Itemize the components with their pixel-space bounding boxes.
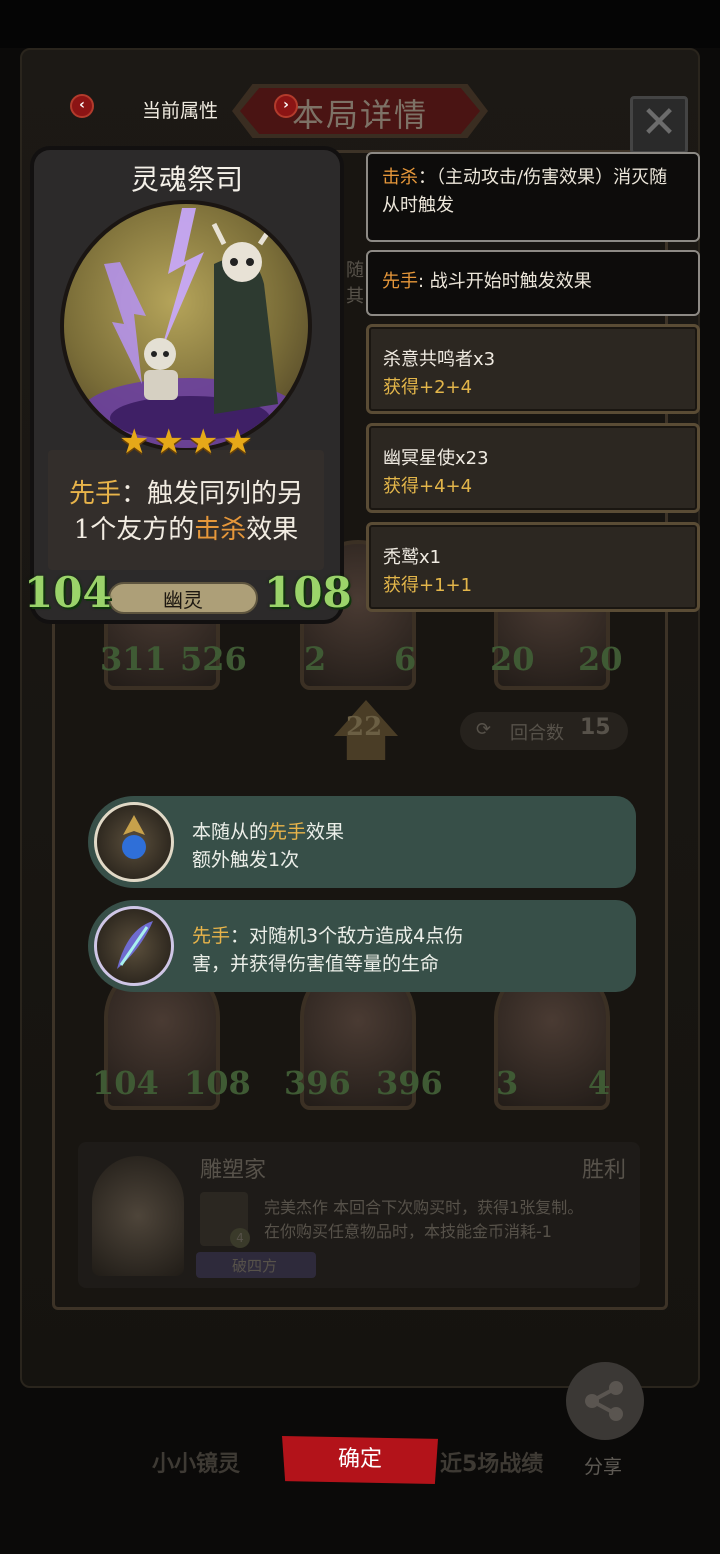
buff-1-gain: 获得+2+4 <box>383 377 473 398</box>
skill-cost-badge: 4 <box>230 1228 250 1248</box>
card-description: 先手：触发同列的另 1个友方的击杀效果 <box>48 476 324 548</box>
share-button[interactable] <box>566 1362 644 1440</box>
minion-4-attack: 104 <box>92 1064 159 1102</box>
refresh-icon: ⟳ <box>476 719 492 740</box>
buff-item-2: 幽冥星使x23 获得+4+4 <box>366 423 700 513</box>
tooltip-2-line1: ：对随机3个敌方造成4点伤 <box>230 925 464 947</box>
tooltip-2-text: 先手：对随机3个敌方造成4点伤 害，并获得伤害值等量的生命 <box>192 922 463 978</box>
buff-3-gain: 获得+1+1 <box>383 575 473 596</box>
soul-priest-illustration <box>80 208 300 448</box>
star-rating: ★★★★ <box>119 422 257 462</box>
tribe-badge: 幽灵 <box>108 582 258 614</box>
buff-2-name: 幽冥星使x23 <box>383 448 489 469</box>
next-tab-arrow[interactable]: › <box>274 94 298 118</box>
tooltip-2-line2: 害，并获得伤害值等量的生命 <box>192 953 440 975</box>
buff-1-name: 杀意共鸣者x3 <box>383 349 496 370</box>
buff-3-name: 秃鹫x1 <box>383 547 442 568</box>
minion-2-attack: 2 <box>304 640 327 678</box>
share-icon <box>585 1381 623 1421</box>
skill-line-2: 在你购买任意物品时，本技能金币消耗-1 <box>264 1222 552 1241</box>
tab-current-attributes[interactable]: 当前属性 <box>142 96 218 123</box>
keyword-first-strike-box: 先手: 战斗开始时触发效果 <box>366 250 700 316</box>
share-label: 分享 <box>584 1456 623 1478</box>
minion-5-attack: 396 <box>284 1064 351 1102</box>
desc-part-2: 1个友方的 <box>73 515 195 545</box>
minion-5-health: 396 <box>376 1064 443 1102</box>
desc-part-1: ：触发同列的另 <box>121 479 304 509</box>
feather-icon <box>94 906 174 986</box>
kw-first-strike-name: 先手 <box>382 271 418 292</box>
round-label: 回合数 <box>510 723 564 744</box>
tab-round-details-label: 本局详情 <box>292 96 429 134</box>
minion-1-attack: 311 <box>100 640 167 678</box>
kw-first-strike-text: : 战斗开始时触发效果 <box>418 271 592 292</box>
tooltip-2-keyword: 先手 <box>192 925 231 947</box>
opponent-result: 胜利 <box>582 1158 627 1183</box>
card-health: 108 <box>264 568 352 617</box>
top-band <box>0 0 720 48</box>
prev-tab-arrow[interactable]: ‹ <box>70 94 94 118</box>
orb-icon <box>94 802 174 882</box>
card-attack: 104 <box>24 568 112 617</box>
round-value: 15 <box>580 715 611 740</box>
side-text-2: 其 <box>346 286 364 307</box>
minion-3-health: 20 <box>578 640 623 678</box>
desc-part-3: 效果 <box>246 515 299 545</box>
opponent-badge-label: 破四方 <box>232 1257 278 1275</box>
side-text-1: 随 <box>346 260 364 281</box>
minion-6-health: 4 <box>588 1064 611 1102</box>
minion-3-attack: 20 <box>490 640 535 678</box>
skill-line-1: 完美杰作 本回合下次购买时，获得1张复制。 <box>264 1198 584 1217</box>
kw-kill-text: ：（主动攻击/伤害效果）消灭随从时触发 <box>382 167 668 216</box>
buff-2-gain: 获得+4+4 <box>383 476 473 497</box>
keyword-first-strike: 先手 <box>68 479 121 509</box>
minion-6-attack: 3 <box>496 1064 519 1102</box>
close-button[interactable]: ✕ <box>630 96 688 154</box>
tooltip-1-line2: 额外触发1次 <box>192 849 300 871</box>
confirm-button[interactable]: 确定 <box>282 1436 438 1484</box>
tooltip-1-text: 本随从的先手效果 额外触发1次 <box>192 818 344 874</box>
card-art <box>60 200 312 452</box>
buff-item-3: 秃鹫x1 获得+1+1 <box>366 522 700 612</box>
tooltip-1-pre: 本随从的 <box>192 821 269 843</box>
minion-1-health: 526 <box>180 640 247 678</box>
tab-recent-battles[interactable]: 近5场战绩 <box>440 1446 543 1478</box>
card-title: 灵魂祭司 <box>130 163 243 196</box>
buff-item-1: 杀意共鸣者x3 获得+2+4 <box>366 324 700 414</box>
opponent-name: 雕塑家 <box>200 1158 267 1183</box>
tooltip-1-post: 效果 <box>306 821 345 843</box>
minion-4-health: 108 <box>184 1064 251 1102</box>
kw-kill-name: 击杀 <box>382 167 418 188</box>
tooltip-1-keyword: 先手 <box>268 821 307 843</box>
minion-2-health: 6 <box>394 640 417 678</box>
tab-mirror-spirit[interactable]: 小小镜灵 <box>152 1446 240 1478</box>
tavern-level: 22 <box>346 712 383 742</box>
keyword-kill: 击杀 <box>194 515 247 545</box>
keyword-kill-box: 击杀：（主动攻击/伤害效果）消灭随从时触发 <box>366 152 700 242</box>
opponent-avatar <box>92 1156 184 1276</box>
